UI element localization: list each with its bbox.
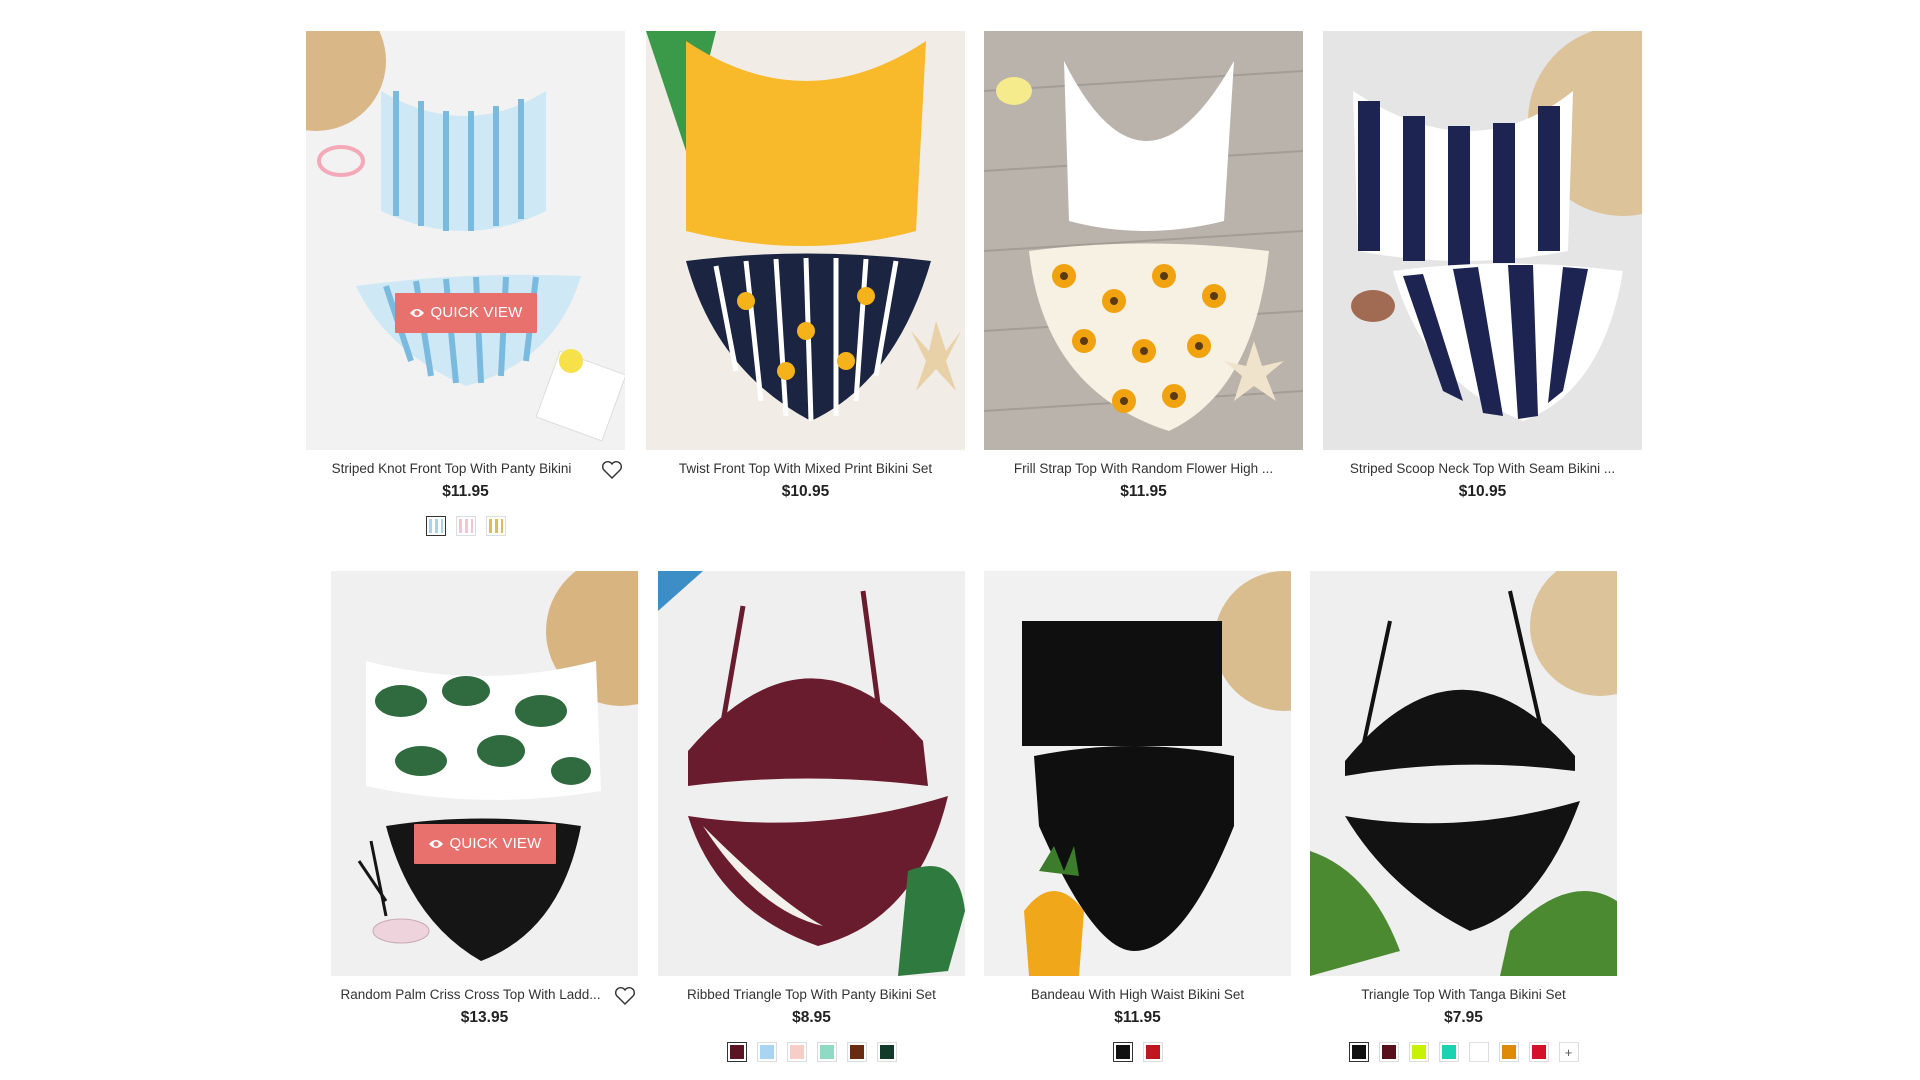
product-price: $8.95 bbox=[792, 1009, 831, 1026]
product-image[interactable] bbox=[984, 571, 1291, 976]
swatch-color bbox=[849, 1045, 864, 1059]
product-price: $7.95 bbox=[1444, 1009, 1483, 1026]
product-title[interactable]: Frill Strap Top With Random Flower High … bbox=[984, 461, 1303, 476]
product-price: $10.95 bbox=[781, 483, 830, 500]
swatch-color bbox=[1381, 1045, 1396, 1059]
product-card[interactable]: QUICK VIEW Random Palm Criss Cross Top W… bbox=[331, 571, 638, 1027]
product-card[interactable]: Striped Scoop Neck Top With Seam Bikini … bbox=[1323, 31, 1642, 501]
product-title[interactable]: Striped Knot Front Top With Panty Bikini bbox=[306, 461, 625, 476]
color-swatch[interactable] bbox=[1468, 1042, 1489, 1062]
color-swatch[interactable] bbox=[1112, 1042, 1133, 1062]
color-swatch[interactable] bbox=[756, 1042, 777, 1062]
product-image[interactable] bbox=[646, 31, 965, 450]
product-card[interactable]: Bandeau With High Waist Bikini Set $11.9… bbox=[984, 571, 1291, 1062]
color-swatch[interactable] bbox=[1408, 1042, 1429, 1062]
product-card[interactable]: Triangle Top With Tanga Bikini Set $7.95… bbox=[1310, 571, 1617, 1062]
swatch-color bbox=[759, 1045, 774, 1059]
color-swatch[interactable] bbox=[485, 516, 506, 536]
swatch-color bbox=[1115, 1045, 1130, 1059]
color-swatch[interactable] bbox=[876, 1042, 897, 1062]
product-card[interactable]: Ribbed Triangle Top With Panty Bikini Se… bbox=[658, 571, 965, 1062]
product-price: $13.95 bbox=[460, 1009, 509, 1026]
eye-icon bbox=[428, 840, 443, 848]
color-swatch[interactable] bbox=[726, 1042, 747, 1062]
swatch-color bbox=[458, 519, 473, 533]
product-title[interactable]: Bandeau With High Waist Bikini Set bbox=[984, 987, 1291, 1002]
product-price: $11.95 bbox=[442, 483, 489, 500]
color-swatch[interactable] bbox=[816, 1042, 837, 1062]
product-image[interactable] bbox=[658, 571, 965, 976]
quick-view-button[interactable]: QUICK VIEW bbox=[394, 293, 537, 333]
quick-view-label: QUICK VIEW bbox=[449, 835, 542, 852]
color-swatch[interactable] bbox=[1348, 1042, 1369, 1062]
swatch-color bbox=[729, 1045, 744, 1059]
color-swatch[interactable] bbox=[1528, 1042, 1549, 1062]
swatch-color bbox=[1471, 1045, 1486, 1059]
product-price: $11.95 bbox=[1120, 483, 1167, 500]
quick-view-button[interactable]: QUICK VIEW bbox=[413, 824, 556, 864]
swatch-color bbox=[1441, 1045, 1456, 1059]
quick-view-label: QUICK VIEW bbox=[430, 304, 523, 321]
product-image[interactable]: QUICK VIEW bbox=[306, 31, 625, 450]
product-title[interactable]: Striped Scoop Neck Top With Seam Bikini … bbox=[1323, 461, 1642, 476]
product-card[interactable]: QUICK VIEW Striped Knot Front Top With P… bbox=[306, 31, 625, 536]
color-swatch[interactable] bbox=[1142, 1042, 1163, 1062]
product-title[interactable]: Random Palm Criss Cross Top With Ladd... bbox=[331, 987, 638, 1002]
swatch-color bbox=[1531, 1045, 1546, 1059]
eye-icon bbox=[409, 309, 424, 317]
color-swatch[interactable] bbox=[846, 1042, 867, 1062]
heart-icon[interactable] bbox=[601, 460, 623, 480]
product-title[interactable]: Triangle Top With Tanga Bikini Set bbox=[1310, 987, 1617, 1002]
color-swatch[interactable] bbox=[786, 1042, 807, 1062]
color-swatch[interactable] bbox=[455, 516, 476, 536]
color-swatch[interactable] bbox=[425, 516, 446, 536]
product-price: $10.95 bbox=[1458, 483, 1507, 500]
swatch-color bbox=[1411, 1045, 1426, 1059]
swatch-color bbox=[1145, 1045, 1160, 1059]
swatch-color bbox=[789, 1045, 804, 1059]
swatch-color bbox=[879, 1045, 894, 1059]
swatch-color bbox=[428, 519, 443, 533]
product-title[interactable]: Twist Front Top With Mixed Print Bikini … bbox=[646, 461, 965, 476]
product-price: $11.95 bbox=[1114, 1009, 1161, 1026]
product-image[interactable] bbox=[1323, 31, 1642, 450]
color-swatch[interactable] bbox=[1438, 1042, 1459, 1062]
swatch-color bbox=[819, 1045, 834, 1059]
color-swatch[interactable] bbox=[1378, 1042, 1399, 1062]
swatch-color bbox=[1501, 1045, 1516, 1059]
product-title[interactable]: Ribbed Triangle Top With Panty Bikini Se… bbox=[658, 987, 965, 1002]
product-image[interactable] bbox=[984, 31, 1303, 450]
color-swatches bbox=[984, 1042, 1291, 1062]
color-swatch[interactable] bbox=[1498, 1042, 1519, 1062]
swatch-color bbox=[488, 519, 503, 533]
heart-icon[interactable] bbox=[614, 986, 636, 1006]
product-image[interactable] bbox=[1310, 571, 1617, 976]
product-card[interactable]: Frill Strap Top With Random Flower High … bbox=[984, 31, 1303, 501]
more-colors-button[interactable]: + bbox=[1558, 1042, 1579, 1062]
color-swatches: + bbox=[1310, 1042, 1617, 1062]
product-image[interactable]: QUICK VIEW bbox=[331, 571, 638, 976]
color-swatches bbox=[306, 516, 625, 536]
product-card[interactable]: Twist Front Top With Mixed Print Bikini … bbox=[646, 31, 965, 501]
swatch-color bbox=[1351, 1045, 1366, 1059]
color-swatches bbox=[658, 1042, 965, 1062]
